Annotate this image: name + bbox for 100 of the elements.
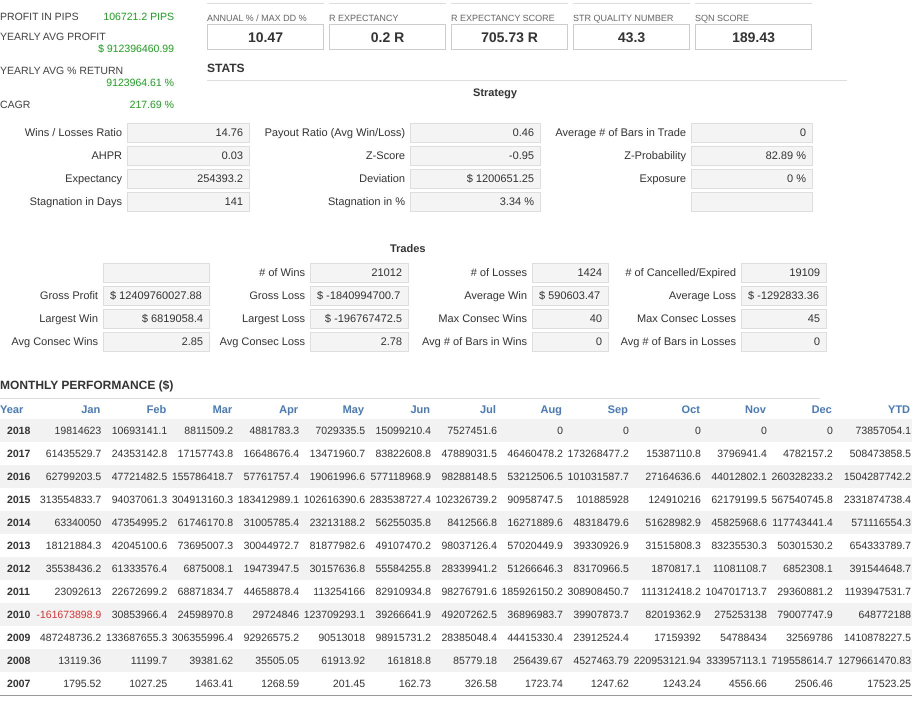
table-cell: 83822608.8 [366, 442, 432, 465]
stat-value-field: 82.89 % [691, 146, 813, 166]
table-cell: 39266641.9 [366, 603, 432, 626]
column-header: Year [0, 399, 33, 419]
column-header: Dec [768, 399, 834, 419]
table-cell: 85779.18 [432, 649, 498, 672]
table-cell: 124910216 [630, 488, 702, 511]
table-cell: 13119.36 [32, 649, 102, 672]
year-cell: 2007 [0, 672, 33, 696]
stat-label: Largest Win [39, 313, 98, 325]
column-header: Apr [234, 399, 300, 419]
table-cell: 8412566.8 [432, 511, 498, 534]
table-cell: 98276791.6 [432, 580, 498, 603]
table-cell: 0 [702, 419, 768, 442]
table-cell: 1795.52 [32, 672, 102, 696]
table-cell: 98037126.4 [432, 534, 498, 557]
table-cell: 333957113.1 [702, 649, 768, 672]
stat-label: AHPR [91, 150, 122, 162]
column-header: Jul [432, 399, 498, 419]
column-header: Aug [498, 399, 564, 419]
table-cell: 73857054.1 [834, 419, 912, 442]
metric-label: ANNUAL % / MAX DD % [207, 13, 308, 23]
section-heading: MONTHLY PERFORMANCE ($) [0, 378, 820, 399]
stat-value-field: 0 [532, 332, 609, 352]
stat-label: Average # of Bars in Trade [555, 127, 686, 139]
table-cell: 57761757.4 [234, 465, 300, 488]
stat-label: Max Consec Losses [636, 313, 736, 325]
section-heading: STATS [207, 61, 847, 81]
column-header: Feb [102, 399, 168, 419]
table-cell: 7527451.6 [432, 419, 498, 442]
stat-label: Stagnation in % [328, 196, 405, 208]
stat-value-field: 141 [127, 192, 250, 212]
stat-label: Z-Probability [624, 150, 686, 162]
table-cell: 17159392 [630, 626, 702, 649]
metric-value-box: 705.73 R [451, 24, 568, 50]
stat-label: Exposure [640, 173, 686, 185]
table-cell: 1268.59 [234, 672, 300, 696]
table-cell: 35505.05 [234, 649, 300, 672]
table-cell: 56255035.8 [366, 511, 432, 534]
metric-label: R EXPECTANCY SCORE [451, 13, 556, 23]
stat-label: Gross Profit [40, 290, 98, 302]
table-cell: 4881783.3 [234, 419, 300, 442]
stat-label: Largest Loss [242, 313, 305, 325]
table-cell: 102616390.6 [300, 488, 366, 511]
table-cell: 50301530.2 [768, 534, 834, 557]
stat-value-field: 0.03 [127, 146, 250, 166]
stat-label: # of Wins [259, 267, 305, 279]
stat-value-field: 45 [741, 309, 827, 329]
table-cell: 90513018 [300, 626, 366, 649]
table-cell: 113254166 [300, 580, 366, 603]
table-cell: 101031587.7 [564, 465, 630, 488]
table-cell: 17157743.8 [168, 442, 234, 465]
table-cell: 61333576.4 [102, 557, 168, 580]
table-cell: 111312418.2 [630, 580, 702, 603]
stat-value-field: 3.34 % [410, 192, 541, 212]
stat-value-field: $ 1200651.25 [410, 169, 541, 189]
year-cell: 2016 [0, 465, 33, 488]
table-cell: 4556.66 [702, 672, 768, 696]
table-cell: 94037061.3 [102, 488, 168, 511]
table-cell: 260328233.2 [768, 465, 834, 488]
table-cell: 162.73 [366, 672, 432, 696]
table-cell: 15387110.8 [630, 442, 702, 465]
table-cell: 133687655.3 [102, 626, 168, 649]
table-cell: 28339941.2 [432, 557, 498, 580]
table-cell: 28385048.4 [432, 626, 498, 649]
table-cell: 23213188.2 [300, 511, 366, 534]
table-cell: 391544648.7 [834, 557, 912, 580]
table-cell: 1243.24 [630, 672, 702, 696]
table-cell: 19061996.6 [300, 465, 366, 488]
table-cell: 256439.67 [498, 649, 564, 672]
table-cell: 1027.25 [102, 672, 168, 696]
table-cell: 508473858.5 [834, 442, 912, 465]
stat-value-field: 254393.2 [127, 169, 250, 189]
year-cell: 2013 [0, 534, 33, 557]
table-cell: 30157636.8 [300, 557, 366, 580]
stat-label: # of Cancelled/Expired [625, 267, 736, 279]
column-header: Mar [168, 399, 234, 419]
table-cell: 567540745.8 [768, 488, 834, 511]
metric-value-box: 189.43 [695, 24, 812, 50]
table-cell: 19473947.5 [234, 557, 300, 580]
table-cell: 61913.92 [300, 649, 366, 672]
table-cell: 13471960.7 [300, 442, 366, 465]
table-cell: 1723.74 [498, 672, 564, 696]
table-cell: 0 [498, 419, 564, 442]
table-cell: 42045100.6 [102, 534, 168, 557]
year-cell: 2014 [0, 511, 33, 534]
table-cell: 31005785.4 [234, 511, 300, 534]
table-cell: 15099210.4 [366, 419, 432, 442]
summary-value: 217.69 % [130, 99, 174, 111]
table-cell: 68871834.7 [168, 580, 234, 603]
metric-value-box: 10.47 [207, 24, 324, 50]
stat-label: Avg # of Bars in Losses [620, 336, 736, 348]
table-cell: 62179199.5 [702, 488, 768, 511]
table-cell: 306355996.4 [168, 626, 234, 649]
table-cell: 6875008.1 [168, 557, 234, 580]
table-cell: 39330926.9 [564, 534, 630, 557]
table-cell: 173268477.2 [564, 442, 630, 465]
table-cell: 275253138 [702, 603, 768, 626]
stat-label: Avg Consec Wins [11, 336, 98, 348]
table-cell: 2331874738.4 [834, 488, 912, 511]
